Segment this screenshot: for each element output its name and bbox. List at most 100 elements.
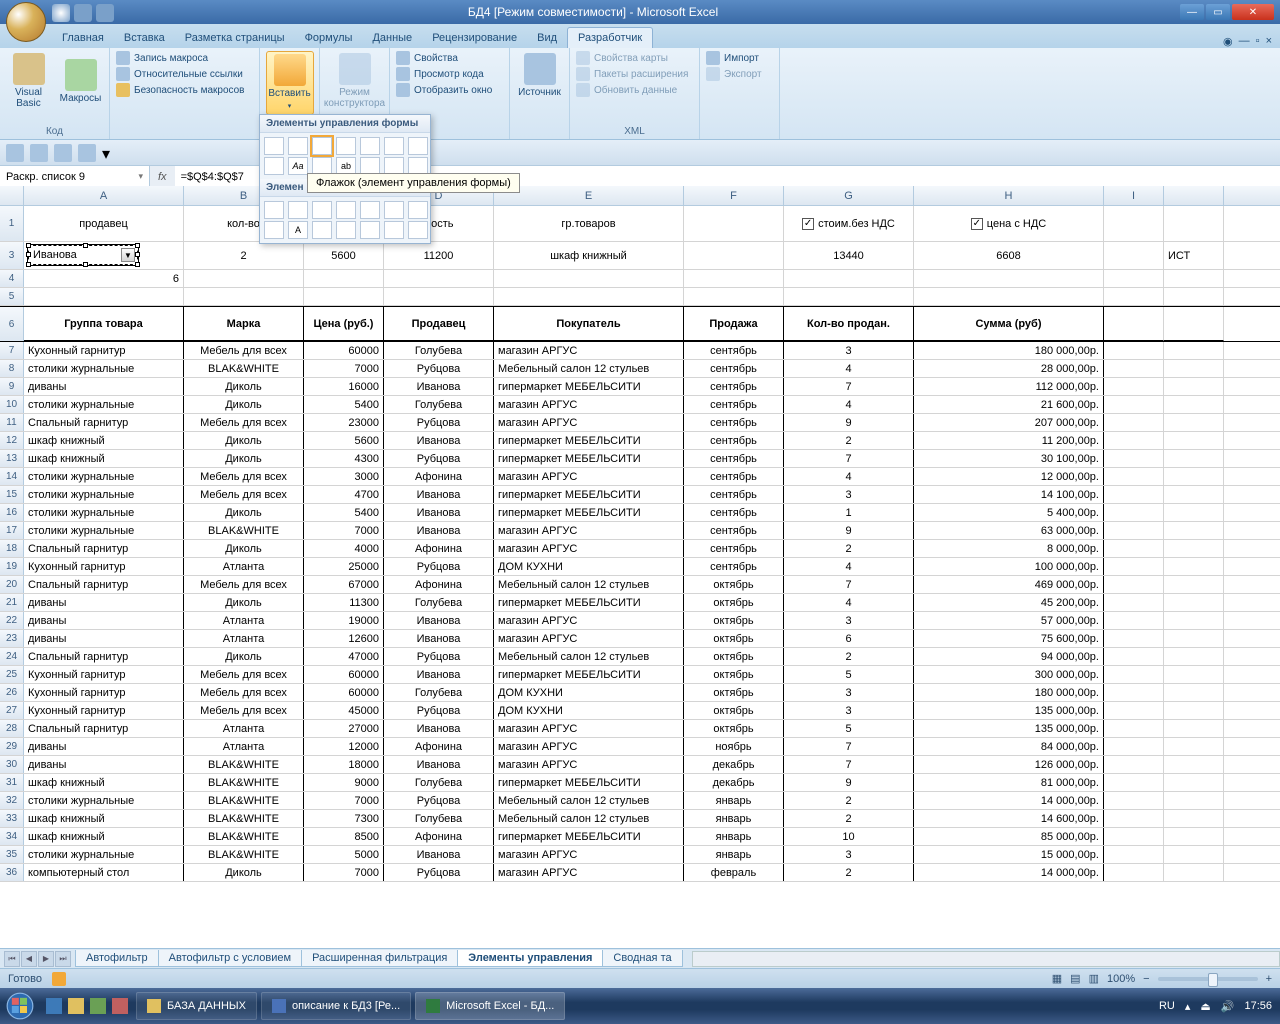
cell[interactable]: Иванова — [384, 846, 494, 863]
row-header[interactable]: 12 — [0, 432, 24, 449]
cell[interactable]: сентябрь — [684, 378, 784, 395]
taskbar-item[interactable]: описание к БД3 [Ре... — [261, 992, 411, 1020]
cell[interactable]: 10 — [784, 828, 914, 845]
cell[interactable]: 4300 — [304, 450, 384, 467]
qat-icon[interactable] — [78, 144, 96, 162]
col-header-F[interactable]: F — [684, 186, 784, 205]
close-button[interactable]: ✕ — [1232, 4, 1274, 20]
cell[interactable]: Атланта — [184, 612, 304, 629]
cell[interactable]: 3 — [784, 612, 914, 629]
row-header[interactable]: 1 — [0, 206, 24, 241]
cell[interactable]: сентябрь — [684, 522, 784, 539]
cell[interactable]: гипермаркет МЕБЕЛЬСИТИ — [494, 774, 684, 791]
cell[interactable]: 75 600,00р. — [914, 630, 1104, 647]
cell[interactable]: 2 — [784, 648, 914, 665]
cell[interactable]: 16000 — [304, 378, 384, 395]
cell[interactable]: ДОМ КУХНИ — [494, 558, 684, 575]
cell[interactable]: Афонина — [384, 540, 494, 557]
cell[interactable]: шкаф книжный — [24, 774, 184, 791]
tab-home[interactable]: Главная — [52, 28, 114, 48]
view-normal-icon[interactable]: ▦ — [1052, 972, 1062, 985]
cell[interactable] — [24, 288, 184, 305]
cell[interactable]: компьютерный стол — [24, 864, 184, 881]
cell[interactable]: Диколь — [184, 450, 304, 467]
row-header[interactable]: 8 — [0, 360, 24, 377]
cell[interactable]: сентябрь — [684, 414, 784, 431]
row-header[interactable]: 15 — [0, 486, 24, 503]
sheet-tab[interactable]: Сводная та — [602, 950, 682, 967]
sheet-nav-last[interactable]: ⏭ — [55, 951, 71, 967]
sheet-nav-prev[interactable]: ◀ — [21, 951, 37, 967]
cell[interactable]: Мебельный салон 12 стульев — [494, 576, 684, 593]
cell[interactable]: Диколь — [184, 396, 304, 413]
cell[interactable]: 8500 — [304, 828, 384, 845]
activex-control[interactable] — [336, 201, 356, 219]
cell[interactable] — [1104, 206, 1164, 241]
cell[interactable]: 4 — [784, 396, 914, 413]
tab-review[interactable]: Рецензирование — [422, 28, 527, 48]
cell[interactable]: шкаф книжный — [24, 432, 184, 449]
table-header[interactable]: Продажа — [684, 307, 784, 341]
tab-pagelayout[interactable]: Разметка страницы — [175, 28, 295, 48]
cell[interactable]: октябрь — [684, 630, 784, 647]
minimize-button[interactable]: — — [1180, 4, 1204, 20]
cell[interactable]: Иванова — [384, 522, 494, 539]
row-header[interactable]: 36 — [0, 864, 24, 881]
row-header[interactable]: 22 — [0, 612, 24, 629]
close-workbook-icon[interactable]: × — [1266, 35, 1272, 48]
cell[interactable]: Спальный гарнитур — [24, 720, 184, 737]
col-header-J[interactable] — [1164, 186, 1224, 205]
cell[interactable]: 47000 — [304, 648, 384, 665]
cell[interactable]: Иванова — [384, 432, 494, 449]
cell[interactable]: BLAK&WHITE — [184, 756, 304, 773]
cell[interactable]: Иванова — [384, 630, 494, 647]
zoom-slider[interactable] — [1158, 977, 1258, 981]
cell[interactable]: Голубева — [384, 684, 494, 701]
cell[interactable]: 23000 — [304, 414, 384, 431]
cell[interactable]: сентябрь — [684, 396, 784, 413]
cell[interactable]: Кухонный гарнитур — [24, 702, 184, 719]
table-header[interactable]: Кол-во продан. — [784, 307, 914, 341]
cell[interactable] — [1164, 206, 1224, 241]
cell[interactable]: 19000 — [304, 612, 384, 629]
cell[interactable]: 21 600,00р. — [914, 396, 1104, 413]
cell[interactable]: октябрь — [684, 594, 784, 611]
cell[interactable]: Мебель для всех — [184, 702, 304, 719]
cell[interactable]: 4 — [784, 468, 914, 485]
row-header[interactable]: 21 — [0, 594, 24, 611]
cell[interactable]: 85 000,00р. — [914, 828, 1104, 845]
row-header[interactable]: 4 — [0, 270, 24, 287]
view-pagebreak-icon[interactable]: ▥ — [1089, 972, 1099, 985]
cell[interactable]: 3000 — [304, 468, 384, 485]
cell[interactable]: 63 000,00р. — [914, 522, 1104, 539]
cell[interactable]: Афонина — [384, 468, 494, 485]
cell[interactable] — [1104, 270, 1164, 287]
cell[interactable]: 5 400,00р. — [914, 504, 1104, 521]
tab-developer[interactable]: Разработчик — [567, 27, 653, 48]
cell[interactable]: 60000 — [304, 342, 384, 359]
cell[interactable]: сентябрь — [684, 468, 784, 485]
cell[interactable]: шкаф книжный — [24, 828, 184, 845]
cell[interactable]: гипермаркет МЕБЕЛЬСИТИ — [494, 486, 684, 503]
cell[interactable]: диваны — [24, 594, 184, 611]
cell[interactable]: ноябрь — [684, 738, 784, 755]
cell[interactable]: Кухонный гарнитур — [24, 558, 184, 575]
cell[interactable]: Рубцова — [384, 414, 494, 431]
activex-control[interactable] — [312, 201, 332, 219]
cell[interactable]: продавец — [24, 206, 184, 241]
cell[interactable]: Атланта — [184, 720, 304, 737]
cell[interactable]: 6608 — [914, 242, 1104, 269]
cell[interactable]: 7 — [784, 576, 914, 593]
col-header-A[interactable]: A — [24, 186, 184, 205]
cell[interactable]: Голубева — [384, 594, 494, 611]
cell[interactable]: 25000 — [304, 558, 384, 575]
name-box[interactable]: Раскр. список 9 — [0, 166, 150, 187]
form-control-combo[interactable] — [288, 137, 308, 155]
cell[interactable]: гипермаркет МЕБЕЛЬСИТИ — [494, 594, 684, 611]
cell[interactable]: 84 000,00р. — [914, 738, 1104, 755]
cell[interactable]: 7 — [784, 450, 914, 467]
cell[interactable]: BLAK&WHITE — [184, 360, 304, 377]
cell[interactable]: магазин АРГУС — [494, 540, 684, 557]
cell[interactable]: сентябрь — [684, 342, 784, 359]
cell[interactable] — [304, 270, 384, 287]
